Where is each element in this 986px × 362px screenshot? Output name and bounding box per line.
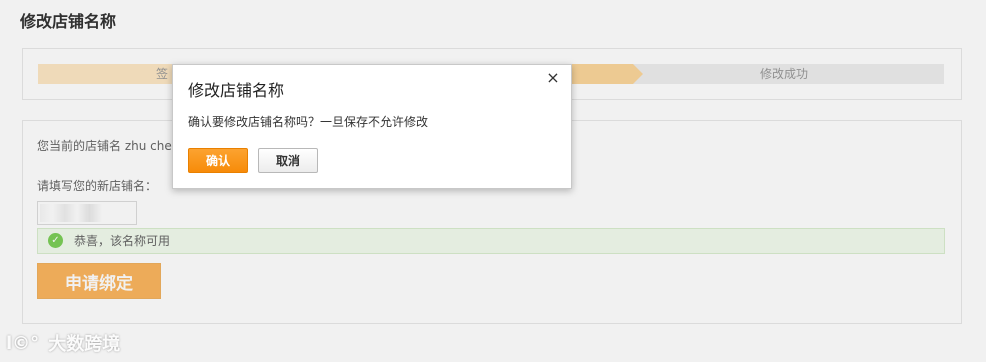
watermark: l©° 大数跨境: [6, 330, 120, 358]
watermark-logo-icon: l©°: [6, 332, 40, 354]
dialog-message: 确认要修改店铺名称吗？一旦保存不允许修改: [188, 115, 429, 129]
confirm-button[interactable]: 确认: [188, 148, 248, 173]
dialog-title: 修改店铺名称: [188, 81, 285, 100]
rename-confirm-dialog: 修改店铺名称 × 确认要修改店铺名称吗？一旦保存不允许修改 确认 取消: [172, 64, 572, 189]
page: 修改店铺名称 签 修改成功 您当前的店铺名 zhu cher 请填写您的新店铺名…: [0, 0, 986, 362]
watermark-text: 大数跨境: [48, 334, 121, 355]
close-icon[interactable]: ×: [545, 70, 561, 86]
cancel-button[interactable]: 取消: [258, 148, 318, 173]
